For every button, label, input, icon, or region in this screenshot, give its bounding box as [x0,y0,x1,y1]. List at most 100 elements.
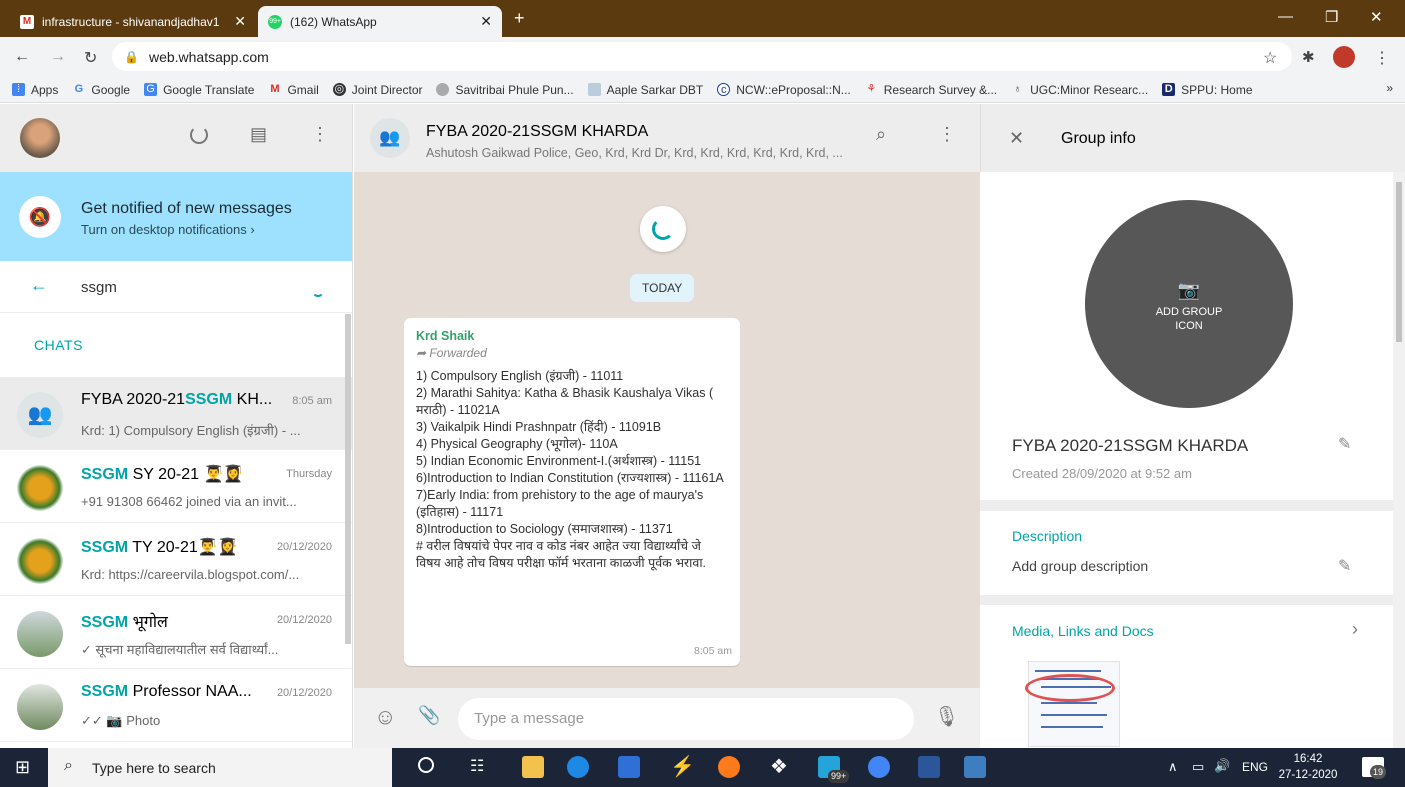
group-avatar [17,465,63,511]
bookmark-star-icon[interactable]: ☆ [1263,48,1277,68]
cortana-icon[interactable] [418,757,434,773]
forward-icon[interactable]: → [50,48,66,66]
bookmark-ncw[interactable]: c NCW::eProposal::N... [717,83,851,97]
status-icon[interactable] [190,126,208,144]
chat-list-pane: ▤ ⋮ 🔕 Get notified of new messages Turn … [0,104,353,748]
group-info-scrollbar-thumb[interactable] [1396,182,1402,342]
red-circle-annotation [1025,674,1115,702]
notification-action[interactable]: Turn on desktop notifications › [81,222,255,237]
message-line: 1) Compulsory English (इंग्रजी) - 11011 [416,369,624,383]
tab-whatsapp[interactable]: 99+ (162) WhatsApp ✕ [258,6,502,37]
close-tab-icon[interactable]: ✕ [234,13,246,30]
new-tab-button[interactable]: + [514,8,525,29]
chat-item-ssgm-professor[interactable]: SSGM Professor NAA... 20/12/2020 ✓✓ 📷 Ph… [0,669,352,742]
windows-taskbar: ⊞ ⌕ Type here to search ☷ ⚡ ❖ 99+ ∧ ▭ 🔊 … [0,748,1405,787]
clock-time: 16:42 [1293,753,1323,765]
restore-icon[interactable]: ❐ [1325,8,1338,26]
attach-icon[interactable]: 📎 [418,705,440,726]
chat-item-ssgm-bhugol[interactable]: SSGM भूगोल 20/12/2020 ✓ सूचना महाविद्याल… [0,596,352,669]
bookmark-research-survey[interactable]: ⚘ Research Survey &... [865,83,997,97]
chrome-icon[interactable] [868,756,890,778]
date-chip: TODAY [630,274,695,302]
bookmark-apps[interactable]: ⁞ Apps [12,83,58,97]
vscode-like-icon[interactable]: ⚡ [670,754,695,779]
edge-icon[interactable] [567,756,589,778]
media-thumbnail[interactable] [1025,661,1120,747]
edit-name-pencil-icon[interactable]: ✎ [1338,434,1351,454]
volume-icon[interactable]: 🔊 [1214,758,1230,774]
taskbar-search-box[interactable]: ⌕ Type here to search [48,748,392,787]
photos-icon[interactable] [964,756,986,778]
close-tab-icon[interactable]: ✕ [480,13,492,30]
address-bar-row: ← → ↻ 🔒 web.whatsapp.com ☆ ✱ ⋮ [0,37,1405,77]
bookmark-google[interactable]: G Google [72,83,130,97]
description-input[interactable]: Add group description [1012,558,1148,574]
url-bar[interactable]: 🔒 web.whatsapp.com [112,42,1292,71]
windows-start-icon[interactable]: ⊞ [15,757,30,778]
bookmark-aaple-sarkar[interactable]: Aaple Sarkar DBT [587,83,703,97]
sppu-icon: D [1162,83,1176,96]
add-group-icon-button[interactable]: 📷 ADD GROUP ICON [1085,200,1293,408]
chat-item-fyba[interactable]: 👥 FYBA 2020-21SSGM KH... 8:05 am Krd: 1)… [0,377,352,450]
conversation-header[interactable]: 👥 FYBA 2020-21SSGM KHARDA Ashutosh Gaikw… [354,104,980,172]
group-avatar-icon: 👥 [370,118,410,158]
store-icon[interactable] [618,756,640,778]
firefox-icon[interactable] [718,756,740,778]
menu-icon[interactable]: ⋮ [311,124,329,145]
search-icon[interactable]: ⌕ [876,124,886,145]
close-icon[interactable]: ✕ [1009,128,1024,149]
message-bubble[interactable]: Krd Shaik ➦ Forwarded 1) Compulsory Engl… [404,318,740,666]
app-badge: 99+ [828,770,850,783]
bookmark-translate[interactable]: G Google Translate [144,83,254,97]
ugc-icon: ♁ [1013,83,1022,95]
profile-avatar[interactable] [1333,46,1355,68]
notification-banner[interactable]: 🔕 Get notified of new messages Turn on d… [0,172,352,261]
tray-chevron-icon[interactable]: ∧ [1168,759,1178,775]
chat-list-scrollbar[interactable] [345,314,351,644]
dropbox-icon[interactable]: ❖ [770,754,788,779]
chat-time: Thursday [286,468,332,480]
bookmark-sppu[interactable]: D SPPU: Home [1162,83,1253,97]
extensions-icon[interactable]: ✱ [1302,48,1315,66]
chat-preview: Krd: 1) Compulsory English (इंग्रजी) - .… [81,423,301,438]
battery-icon[interactable]: ▭ [1192,759,1204,775]
bookmark-gmail[interactable]: M Gmail [268,83,318,97]
ncw-icon: c [717,83,731,96]
my-avatar[interactable] [20,118,60,158]
group-info-title: Group info [1061,130,1136,147]
tab-gmail[interactable]: M infrastructure - shivanandjadhav1 ✕ [10,6,256,37]
lock-icon: 🔒 [124,49,139,64]
reload-icon[interactable]: ↻ [84,48,97,68]
search-input[interactable]: ssgm [81,279,117,296]
bookmarks-overflow-icon[interactable]: » [1386,81,1393,95]
language-indicator[interactable]: ENG [1242,760,1268,774]
clock[interactable]: 16:42 27-12-2020 [1278,751,1338,783]
new-chat-icon[interactable]: ▤ [250,124,267,145]
bookmark-joint-director[interactable]: ◎ Joint Director [332,83,422,97]
chevron-right-icon[interactable]: › [1352,619,1358,640]
back-icon[interactable]: ← [14,48,30,66]
chat-time: 20/12/2020 [276,687,332,699]
word-icon[interactable] [918,756,940,778]
bookmark-ugc[interactable]: ♁ UGC:Minor Researc... [1011,83,1149,97]
chat-item-ssgm-sy[interactable]: SSGM SY 20-21 👨‍🎓👩‍🎓 Thursday +91 91308 … [0,450,352,523]
message-input[interactable]: Type a message [458,698,914,740]
edit-description-pencil-icon[interactable]: ✎ [1338,556,1351,576]
back-arrow-icon[interactable]: ← [30,275,48,296]
media-card[interactable]: Media, Links and Docs › [980,605,1393,748]
bookmark-savitribai[interactable]: Savitribai Phule Pun... [436,83,574,97]
thumbnail-line [1041,702,1097,704]
globe-icon: ◎ [332,83,346,96]
group-info-scrollbar-track[interactable] [1393,172,1405,748]
microphone-icon[interactable]: 🎙 [934,704,959,729]
menu-icon[interactable]: ⋮ [938,124,956,145]
menu-kebab-icon[interactable]: ⋮ [1374,48,1390,68]
emoji-icon[interactable]: ☺ [374,704,396,730]
chat-name: SSGM भूगोल [81,614,168,631]
chat-item-ssgm-ty[interactable]: SSGM TY 20-21👨‍🎓👩‍🎓 20/12/2020 Krd: http… [0,523,352,596]
minimize-icon[interactable]: — [1278,8,1293,25]
file-explorer-icon[interactable] [522,756,544,778]
task-view-icon[interactable]: ☷ [470,756,484,776]
message-line: 5) Indian Economic Environment-I.(अर्थशा… [416,454,702,468]
window-close-icon[interactable]: ✕ [1370,8,1383,26]
